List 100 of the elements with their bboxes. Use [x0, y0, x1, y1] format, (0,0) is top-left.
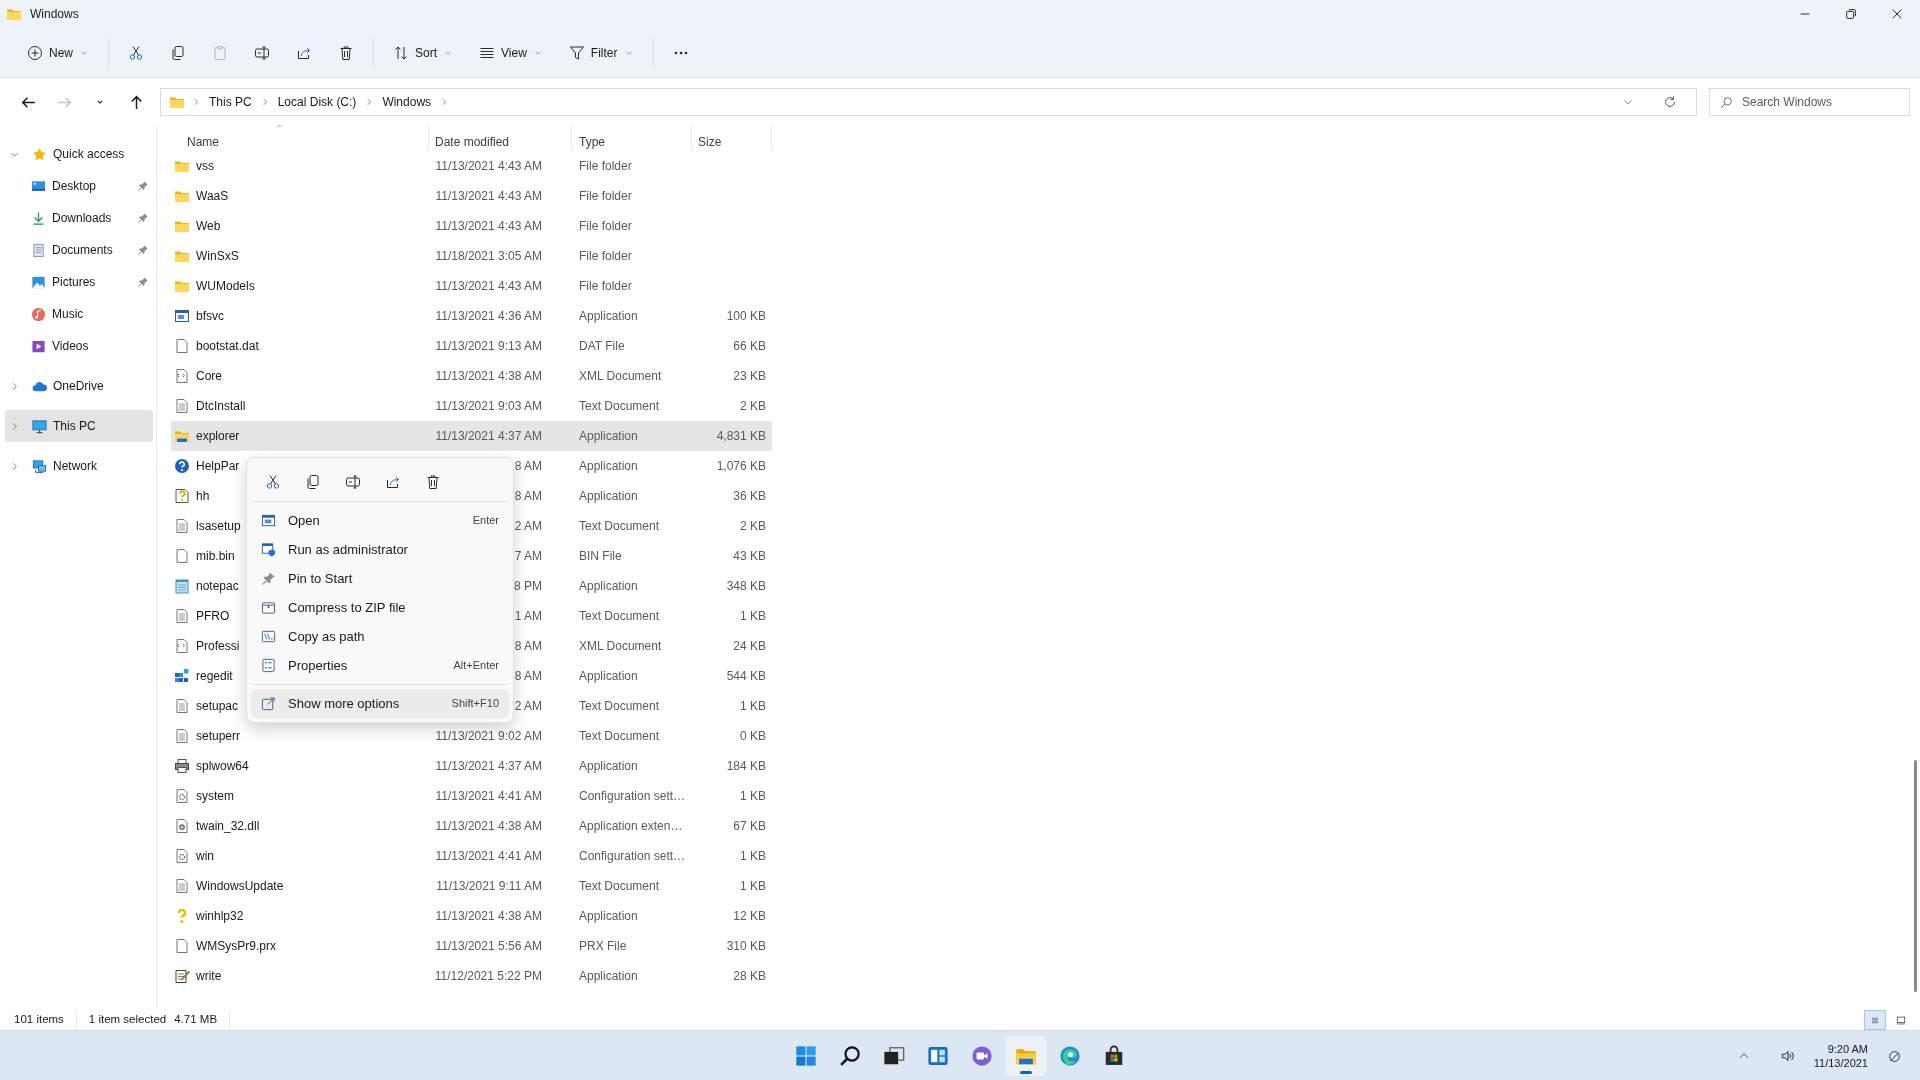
- notepad-icon: [174, 578, 190, 594]
- chevron-right-icon: [191, 97, 201, 107]
- close-icon: [1890, 7, 1904, 21]
- scrollbar-thumb[interactable]: [1914, 760, 1917, 992]
- file-name[interactable]: system: [196, 787, 234, 805]
- menu-item[interactable]: Pin to Start: [251, 564, 509, 593]
- file-name[interactable]: WMSysPr9.prx: [196, 937, 276, 955]
- desktop-icon: [31, 178, 46, 194]
- star-icon: [32, 146, 47, 162]
- type-text: Text Document: [579, 399, 660, 413]
- file-name[interactable]: winhlp32: [196, 907, 244, 925]
- type-text: File folder: [579, 219, 632, 233]
- menu-item[interactable]: Show more options Shift+F10: [251, 689, 509, 718]
- file-name[interactable]: WUModels: [196, 277, 255, 295]
- file-name[interactable]: write: [196, 967, 222, 985]
- file-name[interactable]: setuperr: [196, 727, 241, 745]
- file-name[interactable]: win: [196, 847, 214, 865]
- gear-file-icon: [174, 818, 190, 834]
- menu-item[interactable]: Run as administrator: [251, 535, 509, 564]
- file-name[interactable]: regedit: [196, 667, 233, 685]
- type-text: Configuration sett…: [579, 789, 686, 803]
- sidebar-item[interactable]: Network: [5, 450, 153, 482]
- file-name[interactable]: DtcInstall: [196, 397, 246, 415]
- file-name[interactable]: notepac: [196, 577, 239, 595]
- sidebar-item[interactable]: Music: [5, 298, 153, 330]
- view-button[interactable]: View: [466, 36, 556, 70]
- sidebar-item[interactable]: Videos: [5, 330, 153, 362]
- menu-item[interactable]: Properties Alt+Enter: [251, 651, 509, 680]
- widgets-icon: [927, 1044, 949, 1067]
- copy-icon: [170, 45, 186, 61]
- breadcrumb-link[interactable]: Local Disk (C:): [275, 93, 359, 111]
- breadcrumb-link[interactable]: Windows: [380, 93, 434, 111]
- search-field[interactable]: Search Windows: [1709, 88, 1910, 116]
- sidebar-item[interactable]: Downloads: [5, 202, 153, 234]
- column-header[interactable]: Date modified: [429, 126, 572, 151]
- date-text: 11/13/2021 4:43 AM: [435, 279, 542, 293]
- size-text: 1 KB: [740, 609, 766, 623]
- file-name[interactable]: splwow64: [196, 757, 249, 775]
- menu-item[interactable]: Copy as path: [251, 622, 509, 651]
- size-text: 100 KB: [726, 309, 766, 323]
- file-name[interactable]: vss: [196, 157, 214, 175]
- videos-icon: [31, 338, 46, 354]
- date-text: 11/13/2021 4:43 AM: [435, 159, 542, 173]
- network-icon: [32, 458, 47, 474]
- address-bar[interactable]: This PC Local Disk (C:) Windows: [160, 88, 1697, 116]
- type-text: File folder: [579, 249, 632, 263]
- file-name[interactable]: WindowsUpdate: [196, 877, 284, 895]
- file-name[interactable]: Professi: [196, 637, 240, 655]
- monitor-icon: [32, 418, 47, 434]
- file-name[interactable]: twain_32.dll: [196, 817, 260, 835]
- menu-item[interactable]: Compress to ZIP file: [251, 593, 509, 622]
- sort-button[interactable]: Sort: [380, 36, 467, 70]
- type-text: Text Document: [579, 609, 660, 623]
- filter-button[interactable]: Filter: [555, 36, 647, 70]
- date-text: 8 AM: [514, 669, 542, 683]
- file-name[interactable]: Web: [196, 217, 221, 235]
- type-text: File folder: [579, 159, 632, 173]
- date-text: 1 AM: [514, 609, 542, 623]
- file-name[interactable]: setupac: [196, 697, 239, 715]
- size-text: 1,076 KB: [716, 459, 766, 473]
- file-name[interactable]: bootstat.dat: [196, 337, 259, 355]
- external-icon: [261, 696, 276, 711]
- file-name[interactable]: bfsvc: [196, 307, 224, 325]
- date-text: 7 AM: [514, 549, 542, 563]
- file-name[interactable]: lsasetup: [196, 517, 241, 535]
- text-file-icon: [174, 878, 190, 894]
- menu-item[interactable]: Open Enter: [251, 506, 509, 535]
- type-text: Application: [579, 429, 638, 443]
- zip-icon: [261, 600, 276, 615]
- file-name[interactable]: WaaS: [196, 187, 229, 205]
- column-header[interactable]: Name: [171, 126, 429, 151]
- type-text: Application: [579, 459, 638, 473]
- sidebar-item[interactable]: Documents: [5, 234, 153, 266]
- sidebar-item[interactable]: Quick access: [5, 138, 153, 170]
- shortcut-text: Shift+F10: [451, 696, 499, 712]
- date-text: 11/13/2021 4:38 AM: [435, 819, 542, 833]
- file-name[interactable]: explorer: [196, 427, 240, 445]
- clock[interactable]: 9:20 AM 11/13/2021: [1813, 1042, 1868, 1070]
- type-text: Application: [579, 309, 638, 323]
- column-header[interactable]: Type: [572, 126, 692, 151]
- sidebar-item[interactable]: This PC: [5, 410, 153, 442]
- breadcrumb-link[interactable]: This PC: [207, 93, 254, 111]
- file-name[interactable]: mib.bin: [196, 547, 235, 565]
- date-text: 11/13/2021 4:41 AM: [435, 789, 542, 803]
- details-view-button[interactable]: [1864, 1010, 1886, 1030]
- sidebar-item[interactable]: OneDrive: [5, 370, 153, 402]
- file-name[interactable]: HelpPar: [196, 457, 240, 475]
- browser-icon: [1059, 1044, 1081, 1067]
- column-header[interactable]: Size: [692, 126, 772, 151]
- file-name[interactable]: PFRO: [196, 607, 230, 625]
- type-text: PRX File: [579, 939, 627, 953]
- file-name[interactable]: WinSxS: [196, 247, 239, 265]
- refresh-icon: [1663, 95, 1677, 109]
- cubes-icon: [174, 668, 190, 684]
- new-button[interactable]: New: [14, 36, 102, 70]
- file-name[interactable]: hh: [196, 487, 210, 505]
- selected-row[interactable]: explorer 11/13/2021 4:37 AM Application 4,831 KB: [171, 421, 772, 451]
- file-name[interactable]: Core: [196, 367, 222, 385]
- size-text: 12 KB: [733, 909, 766, 923]
- type-text: Application: [579, 759, 638, 773]
